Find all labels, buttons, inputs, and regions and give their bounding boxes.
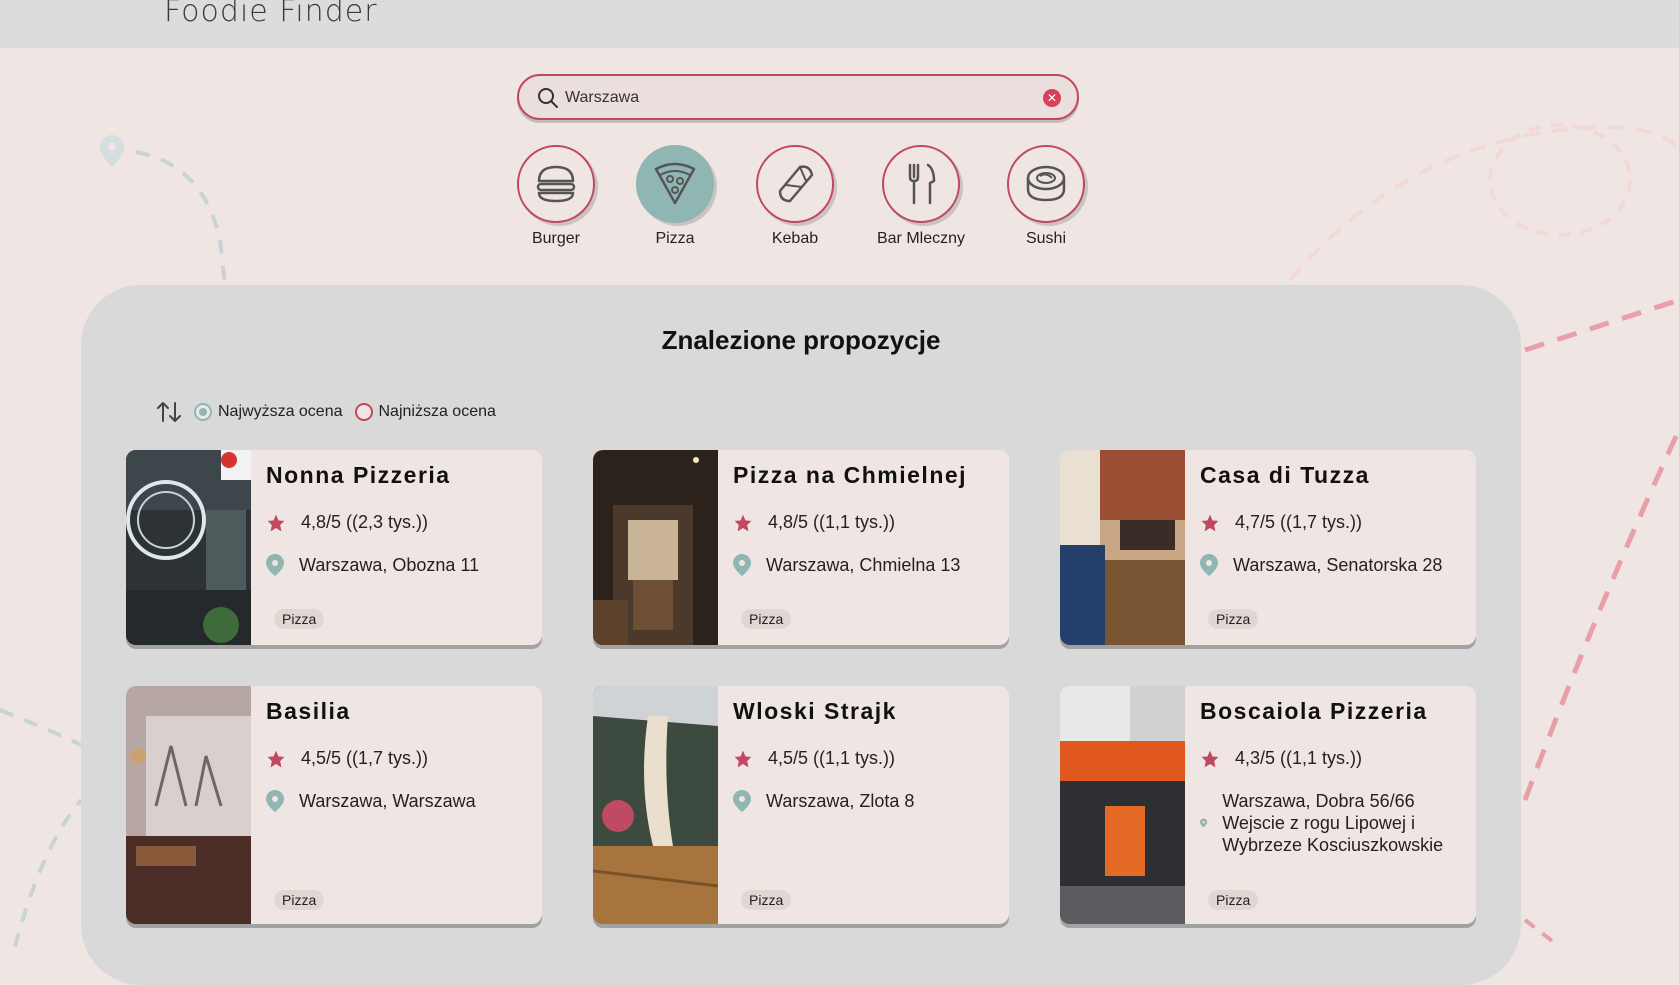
search-icon	[538, 88, 558, 108]
search-bar[interactable]: ✕	[517, 74, 1079, 120]
category-tag: Pizza	[741, 890, 792, 910]
rating-text: 4,5/5 ((1,1 tys.))	[768, 748, 896, 768]
restaurant-name: Casa di Tuzza	[1200, 462, 1370, 488]
star-icon	[267, 514, 285, 531]
location-pin-icon	[266, 790, 284, 812]
category-tag: Pizza	[741, 609, 792, 629]
restaurant-rating: 4,5/5 ((1,7 tys.))	[266, 748, 428, 769]
category-tag: Pizza	[274, 890, 325, 910]
rating-text: 4,5/5 ((1,7 tys.))	[301, 748, 429, 768]
restaurant-address: Warszawa, Warszawa	[266, 790, 534, 812]
results-title: Znalezione propozycje	[661, 325, 941, 355]
category-label: Sushi	[1025, 230, 1067, 247]
rating-text: 4,8/5 ((1,1 tys.))	[768, 512, 896, 532]
restaurant-address: Warszawa, Senatorska 28	[1200, 554, 1468, 576]
kebab-icon	[778, 165, 814, 203]
location-pin-icon	[266, 554, 284, 576]
search-input[interactable]	[563, 84, 1027, 112]
address-text: Warszawa, Senatorska 28	[1233, 555, 1443, 575]
restaurant-card[interactable]: Wloski Strajk 4,5/5 ((1,1 tys.)) Warszaw…	[593, 686, 1009, 924]
address-text: Warszawa, Warszawa	[299, 791, 476, 811]
location-pin-icon	[733, 790, 751, 812]
sort-lowest-radio[interactable]: Najniższa ocena	[354, 403, 496, 421]
restaurant-card[interactable]: Basilia 4,5/5 ((1,7 tys.)) Warszawa, War…	[126, 686, 542, 924]
address-text: Warszawa, Zlota 8	[766, 791, 915, 811]
category-label: Kebab	[771, 230, 819, 247]
clear-search-icon[interactable]: ✕	[1043, 89, 1061, 107]
category-label: Pizza	[655, 230, 695, 247]
category-label: Burger	[531, 230, 581, 247]
location-pin-icon	[733, 554, 751, 576]
rating-text: 4,3/5 ((1,1 tys.))	[1235, 748, 1363, 768]
sushi-icon	[1026, 165, 1066, 202]
category-tag: Pizza	[1208, 609, 1259, 629]
restaurant-name: Wloski Strajk	[733, 698, 897, 724]
top-bar: Foodie Finder	[0, 0, 1679, 48]
restaurant-rating: 4,7/5 ((1,7 tys.))	[1200, 512, 1362, 533]
restaurant-rating: 4,5/5 ((1,1 tys.))	[733, 748, 895, 769]
location-pin-icon	[1200, 554, 1218, 576]
restaurant-rating: 4,3/5 ((1,1 tys.))	[1200, 748, 1362, 769]
sort-bar: Najwyższa ocena Najniższa ocena	[156, 399, 508, 425]
restaurant-address: Warszawa, Chmielna 13	[733, 554, 1001, 576]
location-pin-icon	[1200, 818, 1208, 828]
sort-option-label: Najwyższa ocena	[218, 403, 343, 420]
restaurant-card[interactable]: Casa di Tuzza 4,7/5 ((1,7 tys.)) Warszaw…	[1060, 450, 1476, 645]
restaurant-card[interactable]: Boscaiola Pizzeria 4,3/5 ((1,1 tys.)) Wa…	[1060, 686, 1476, 924]
results-panel: Znalezione propozycje Najwyższa ocena Na…	[81, 285, 1521, 985]
category-tag: Pizza	[1208, 890, 1259, 910]
address-text: Warszawa, Dobra 56/66 Wejscie z rogu Lip…	[1222, 791, 1444, 855]
restaurant-rating: 4,8/5 ((1,1 tys.))	[733, 512, 895, 533]
restaurant-name: Boscaiola Pizzeria	[1200, 698, 1428, 724]
restaurant-address: Warszawa, Obozna 11	[266, 554, 534, 576]
star-icon	[267, 750, 285, 767]
fork-knife-icon	[908, 163, 936, 205]
category-label: Bar Mleczny	[876, 230, 966, 247]
restaurant-photo	[593, 686, 718, 924]
category-tag: Pizza	[274, 609, 325, 629]
restaurant-address: Warszawa, Dobra 56/66 Wejscie z rogu Lip…	[1200, 790, 1468, 856]
restaurant-name: Basilia	[266, 698, 351, 724]
star-icon	[734, 750, 752, 767]
category-kebab[interactable]: Kebab	[735, 145, 855, 248]
pizza-icon	[654, 162, 696, 205]
radio-indicator	[194, 403, 212, 421]
category-burger[interactable]: Burger	[496, 145, 616, 248]
category-sushi[interactable]: Sushi	[986, 145, 1106, 248]
address-text: Warszawa, Obozna 11	[299, 555, 480, 575]
restaurant-card[interactable]: Nonna Pizzeria 4,8/5 ((2,3 tys.)) Warsza…	[126, 450, 542, 645]
restaurant-name: Nonna Pizzeria	[266, 462, 451, 488]
sort-icon[interactable]	[156, 399, 182, 425]
restaurant-rating: 4,8/5 ((2,3 tys.))	[266, 512, 428, 533]
sort-option-label: Najniższa ocena	[378, 403, 496, 420]
rating-text: 4,7/5 ((1,7 tys.))	[1235, 512, 1363, 532]
category-bar-mleczny[interactable]: Bar Mleczny	[861, 145, 981, 248]
address-text: Warszawa, Chmielna 13	[766, 555, 961, 575]
restaurant-photo	[1060, 450, 1185, 645]
app-logo[interactable]: Foodie Finder	[164, 0, 378, 29]
restaurant-card[interactable]: Pizza na Chmielnej 4,8/5 ((1,1 tys.)) Wa…	[593, 450, 1009, 645]
restaurant-name: Pizza na Chmielnej	[733, 462, 968, 488]
category-pizza[interactable]: Pizza	[615, 145, 735, 248]
burger-icon	[536, 165, 576, 203]
restaurant-photo	[126, 686, 251, 924]
rating-text: 4,8/5 ((2,3 tys.))	[301, 512, 429, 532]
star-icon	[734, 514, 752, 531]
restaurant-photo	[593, 450, 718, 645]
radio-indicator	[354, 403, 373, 421]
restaurant-photo	[126, 450, 251, 645]
star-icon	[1201, 514, 1219, 531]
star-icon	[1201, 750, 1219, 767]
restaurant-address: Warszawa, Zlota 8	[733, 790, 1001, 812]
app-logo-text: Foodie Finder	[164, 0, 378, 29]
sort-highest-radio[interactable]: Najwyższa ocena	[194, 403, 343, 421]
restaurant-photo	[1060, 686, 1185, 924]
